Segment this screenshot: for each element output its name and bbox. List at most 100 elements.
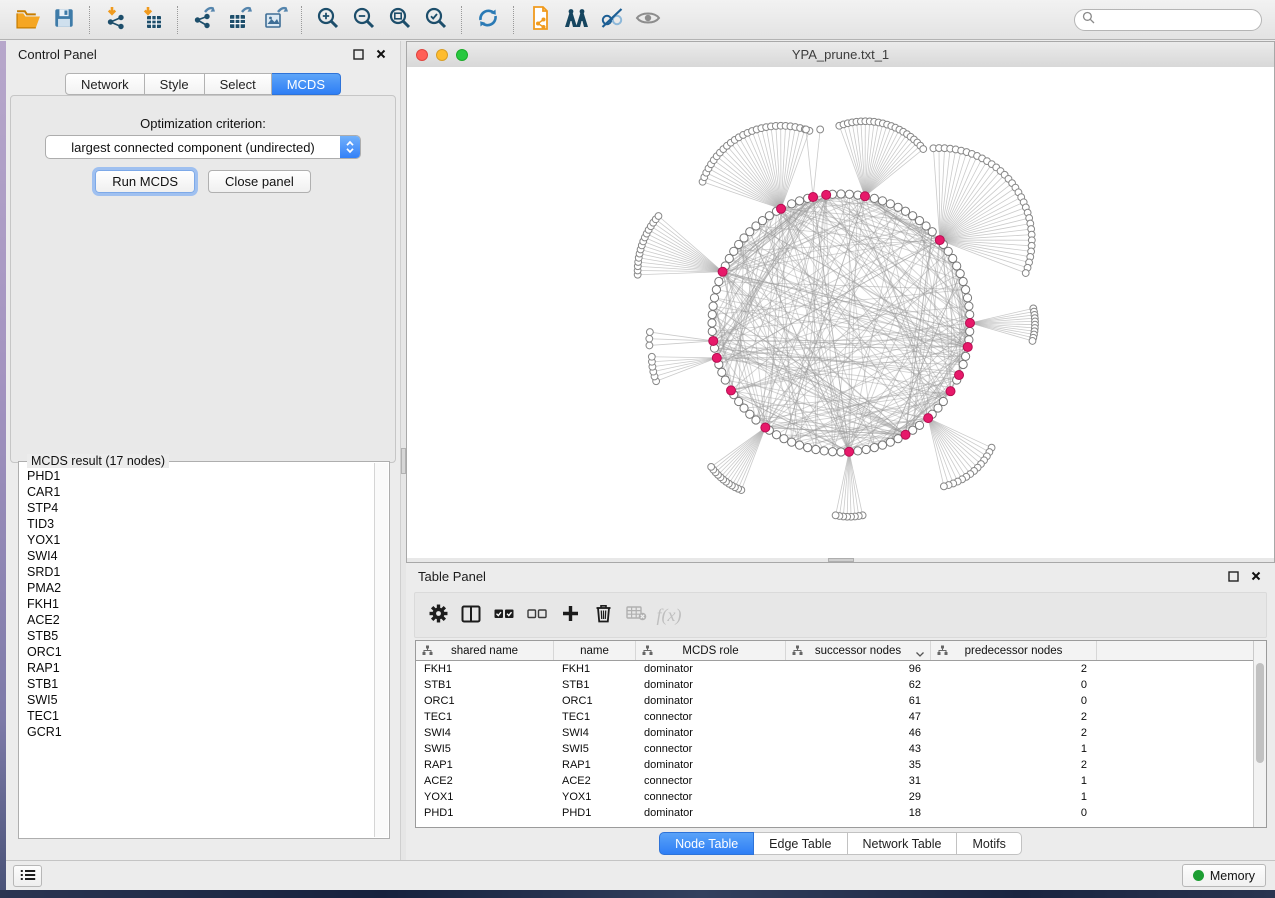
cell-shared-name[interactable]: ORC1 — [416, 695, 554, 707]
result-item[interactable]: STB1 — [27, 676, 374, 692]
table-row[interactable]: SWI5SWI5connector431 — [416, 741, 1266, 757]
export-image-button[interactable] — [258, 4, 294, 36]
scrollbar-thumb[interactable] — [1256, 663, 1264, 763]
result-item[interactable]: TEC1 — [27, 708, 374, 724]
zoom-fit-button[interactable] — [382, 4, 418, 36]
cell-successor-nodes[interactable]: 35 — [786, 759, 931, 771]
show-graphics-details-button[interactable] — [630, 4, 666, 36]
result-item[interactable]: ORC1 — [27, 644, 374, 660]
cell-mcds-role[interactable]: dominator — [636, 759, 786, 771]
cell-predecessor-nodes[interactable]: 0 — [931, 695, 1097, 707]
result-item[interactable]: GCR1 — [27, 724, 374, 740]
cell-successor-nodes[interactable]: 47 — [786, 711, 931, 723]
close-panel-icon-button[interactable] — [1249, 569, 1263, 583]
export-network-button[interactable] — [186, 4, 222, 36]
cell-successor-nodes[interactable]: 43 — [786, 743, 931, 755]
cell-successor-nodes[interactable]: 46 — [786, 727, 931, 739]
cell-mcds-role[interactable]: dominator — [636, 727, 786, 739]
save-session-button[interactable] — [46, 4, 82, 36]
table-row[interactable]: ACE2ACE2connector311 — [416, 773, 1266, 789]
cell-successor-nodes[interactable]: 62 — [786, 679, 931, 691]
cell-successor-nodes[interactable]: 18 — [786, 807, 931, 819]
cell-shared-name[interactable]: SWI5 — [416, 743, 554, 755]
import-table-button[interactable] — [134, 4, 170, 36]
table-row[interactable]: PHD1PHD1dominator180 — [416, 805, 1266, 821]
table-scrollbar[interactable] — [1253, 641, 1266, 827]
table-settings-button[interactable] — [425, 600, 451, 630]
cell-predecessor-nodes[interactable]: 1 — [931, 743, 1097, 755]
export-table-button[interactable] — [222, 4, 258, 36]
apply-function-button[interactable]: f(x) — [656, 600, 682, 630]
table-row[interactable]: STB1STB1dominator620 — [416, 677, 1266, 693]
share-document-button[interactable] — [522, 4, 558, 36]
optimization-criterion-select[interactable]: largest connected component (undirected) — [45, 135, 361, 159]
result-item[interactable]: STP4 — [27, 500, 374, 516]
result-item[interactable]: PMA2 — [27, 580, 374, 596]
cell-successor-nodes[interactable]: 31 — [786, 775, 931, 787]
result-item[interactable]: YOX1 — [27, 532, 374, 548]
tab-mcds[interactable]: MCDS — [272, 73, 341, 95]
tab-network-table[interactable]: Network Table — [848, 832, 958, 855]
cell-mcds-role[interactable]: connector — [636, 775, 786, 787]
import-network-button[interactable] — [98, 4, 134, 36]
tab-motifs[interactable]: Motifs — [957, 832, 1021, 855]
table-row[interactable]: RAP1RAP1dominator352 — [416, 757, 1266, 773]
tab-select[interactable]: Select — [205, 73, 272, 95]
result-item[interactable]: STB5 — [27, 628, 374, 644]
delete-column-button[interactable] — [590, 600, 616, 630]
column-header-shared-name[interactable]: shared name — [416, 641, 554, 660]
cell-shared-name[interactable]: FKH1 — [416, 663, 554, 675]
column-header-predecessor-nodes[interactable]: predecessor nodes — [931, 641, 1097, 660]
result-item[interactable]: RAP1 — [27, 660, 374, 676]
table-row[interactable]: ORC1ORC1dominator610 — [416, 693, 1266, 709]
result-item[interactable]: FKH1 — [27, 596, 374, 612]
cell-successor-nodes[interactable]: 96 — [786, 663, 931, 675]
cell-name[interactable]: SWI4 — [554, 727, 636, 739]
tab-edge-table[interactable]: Edge Table — [754, 832, 847, 855]
cell-predecessor-nodes[interactable]: 1 — [931, 775, 1097, 787]
tab-network[interactable]: Network — [65, 73, 145, 95]
cell-name[interactable]: PHD1 — [554, 807, 636, 819]
result-item[interactable]: SRD1 — [27, 564, 374, 580]
cell-name[interactable]: ACE2 — [554, 775, 636, 787]
cell-shared-name[interactable]: TEC1 — [416, 711, 554, 723]
cell-name[interactable]: YOX1 — [554, 791, 636, 803]
cell-mcds-role[interactable]: dominator — [636, 679, 786, 691]
close-panel-icon-button[interactable] — [374, 47, 388, 61]
select-all-button[interactable] — [491, 600, 517, 630]
cell-predecessor-nodes[interactable]: 2 — [931, 663, 1097, 675]
cell-predecessor-nodes[interactable]: 1 — [931, 791, 1097, 803]
table-row[interactable]: TEC1TEC1connector472 — [416, 709, 1266, 725]
cell-shared-name[interactable]: STB1 — [416, 679, 554, 691]
zoom-out-button[interactable] — [346, 4, 382, 36]
zoom-in-button[interactable] — [310, 4, 346, 36]
first-neighbors-button[interactable] — [558, 4, 594, 36]
cell-mcds-role[interactable]: dominator — [636, 807, 786, 819]
deselect-all-button[interactable] — [524, 600, 550, 630]
result-item[interactable]: CAR1 — [27, 484, 374, 500]
result-list-scrollbar[interactable] — [374, 463, 388, 837]
cell-successor-nodes[interactable]: 61 — [786, 695, 931, 707]
cell-predecessor-nodes[interactable]: 2 — [931, 711, 1097, 723]
add-column-button[interactable] — [557, 600, 583, 630]
result-item[interactable]: PHD1 — [27, 468, 374, 484]
result-item[interactable]: TID3 — [27, 516, 374, 532]
result-item[interactable]: SWI4 — [27, 548, 374, 564]
result-item[interactable]: ACE2 — [27, 612, 374, 628]
toggle-columns-button[interactable] — [458, 600, 484, 630]
cell-predecessor-nodes[interactable]: 2 — [931, 727, 1097, 739]
minimize-window-button[interactable] — [436, 49, 448, 61]
cell-predecessor-nodes[interactable]: 0 — [931, 679, 1097, 691]
tab-style[interactable]: Style — [145, 73, 205, 95]
cell-predecessor-nodes[interactable]: 2 — [931, 759, 1097, 771]
result-item[interactable]: SWI5 — [27, 692, 374, 708]
cell-name[interactable]: STB1 — [554, 679, 636, 691]
column-header-name[interactable]: name — [554, 641, 636, 660]
cell-shared-name[interactable]: YOX1 — [416, 791, 554, 803]
cell-shared-name[interactable]: ACE2 — [416, 775, 554, 787]
network-canvas[interactable] — [407, 67, 1274, 558]
cell-successor-nodes[interactable]: 29 — [786, 791, 931, 803]
close-window-button[interactable] — [416, 49, 428, 61]
cell-shared-name[interactable]: RAP1 — [416, 759, 554, 771]
tab-node-table[interactable]: Node Table — [659, 832, 754, 855]
